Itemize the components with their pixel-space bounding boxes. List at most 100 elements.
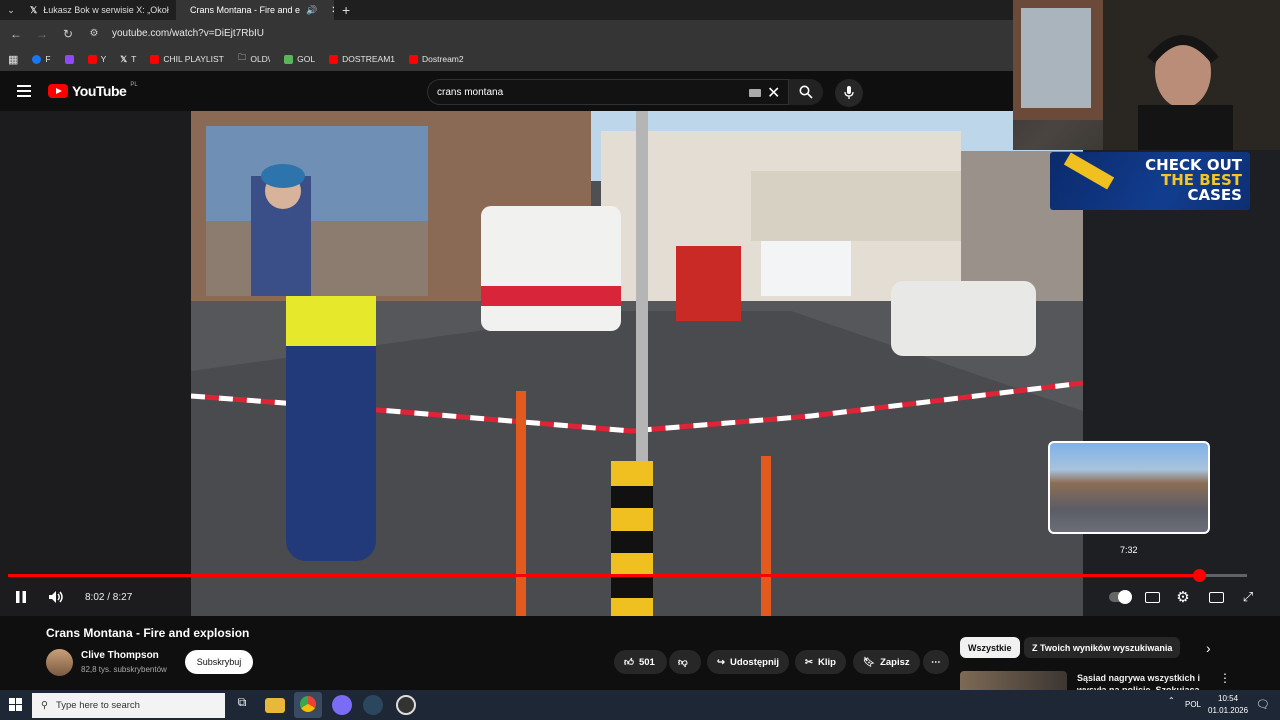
ad-banner[interactable]: CHECK OUT THE BEST CASES — [1050, 152, 1250, 210]
share-icon: ↪ — [717, 656, 725, 668]
video-info-section: Crans Montana - Fire and explosion Clive… — [0, 616, 1280, 690]
taskbar-search-input[interactable]: ⚲ Type here to search — [32, 693, 225, 718]
task-view-icon[interactable]: ⧉ — [232, 695, 252, 715]
bookmark-dostream2[interactable]: Dostream2 — [409, 54, 464, 64]
windows-taskbar: ⚲ Type here to search ⧉ ⌃ POL 10:54 01.0… — [0, 690, 1280, 720]
youtube-header: YouTube PL crans montana ✕ — [0, 71, 1013, 111]
chip-all[interactable]: Wszystkie — [960, 637, 1020, 658]
hover-preview-time: 7:32 — [1120, 545, 1138, 555]
more-actions-button[interactable]: ⋯ — [923, 650, 949, 674]
tab-title: Crans Montana - Fire and e — [190, 5, 301, 15]
theater-mode-icon — [1208, 591, 1224, 603]
like-button[interactable]: 👍︎ 501 — [614, 650, 667, 674]
player-letterbox-left — [0, 111, 191, 616]
miniplayer-button[interactable] — [1207, 587, 1225, 607]
dislike-button[interactable]: 👎︎ — [669, 650, 701, 674]
bookmark-t[interactable]: 𝕏T — [120, 54, 136, 65]
pause-button[interactable] — [12, 587, 30, 607]
search-icon — [799, 85, 813, 99]
apps-grid-icon[interactable]: ▦ — [8, 53, 18, 66]
steam-icon[interactable] — [363, 695, 383, 715]
search-button[interactable] — [789, 79, 823, 105]
speaker-icon[interactable]: 🔊 — [306, 5, 317, 16]
bookmark-f[interactable]: F — [32, 54, 51, 64]
progress-bar[interactable] — [8, 569, 1247, 582]
site-info-icon[interactable]: ⚙ — [86, 28, 102, 39]
time-display: 8:02 / 8:27 — [85, 591, 133, 603]
chrome-icon[interactable] — [294, 692, 322, 718]
folder-icon: 🗀 — [237, 52, 247, 62]
recommendation-thumbnail[interactable] — [960, 671, 1067, 690]
bookmark-y[interactable]: Y — [87, 54, 106, 64]
subtitles-icon — [1144, 591, 1160, 603]
x-logo-icon: 𝕏 — [120, 53, 128, 64]
keyboard-icon[interactable] — [749, 89, 761, 97]
reload-icon[interactable]: ↻ — [60, 27, 76, 41]
progress-scrubber[interactable] — [1192, 569, 1206, 582]
thumbs-down-icon: 👎︎ — [678, 657, 688, 668]
youtube-logo[interactable]: YouTube PL — [48, 82, 138, 99]
voice-search-button[interactable] — [835, 79, 863, 107]
share-button[interactable]: ↪ Udostępnij — [707, 650, 790, 674]
chip-from-search[interactable]: Z Twoich wyników wyszukiwania — [1024, 637, 1181, 658]
video-title: Crans Montana - Fire and explosion — [46, 626, 250, 640]
tab-title: Łukasz Bok w serwisie X: „Okoł — [43, 5, 169, 15]
bookmark-twitch[interactable] — [64, 54, 74, 64]
pause-icon — [16, 591, 26, 603]
hover-preview-thumbnail — [1048, 441, 1210, 534]
windows-start-icon[interactable] — [9, 698, 22, 711]
street-scene-image — [191, 111, 1083, 616]
bookmark-chil-playlist[interactable]: CHIL PLAYLIST — [150, 54, 224, 64]
bookmark-gol[interactable]: GOL — [284, 54, 315, 64]
youtube-icon — [87, 54, 97, 64]
bookmark-icon: 🔖︎ — [863, 656, 876, 668]
hamburger-menu-icon[interactable] — [17, 85, 31, 100]
video-frame[interactable] — [191, 111, 1083, 616]
autoplay-icon — [1109, 590, 1132, 604]
save-button[interactable]: 🔖︎ Zapisz — [853, 650, 920, 674]
browser-tab-youtube[interactable]: Crans Montana - Fire and e 🔊 ✕ — [176, 0, 334, 20]
channel-name[interactable]: Clive Thompson — [81, 650, 159, 661]
notifications-icon[interactable]: 🗨 — [1256, 698, 1270, 711]
bookmark-old[interactable]: 🗀 OLD\ — [238, 52, 270, 66]
streamer-webcam-image — [1013, 0, 1280, 150]
avatar[interactable] — [46, 649, 73, 676]
volume-icon — [49, 591, 63, 603]
subscribe-button[interactable]: Subskrybuj — [185, 650, 253, 674]
close-icon[interactable]: ✕ — [767, 83, 780, 103]
youtube-play-icon — [48, 84, 68, 98]
clip-button[interactable]: ✂ Klip — [795, 650, 846, 674]
bookmarks-bar: ▦ F Y 𝕏T CHIL PLAYLIST 🗀 OLD\ GOL DOSTREA… — [0, 47, 1013, 71]
clock-date[interactable]: 01.01.2026 — [1208, 706, 1248, 715]
file-explorer-icon[interactable] — [265, 698, 285, 713]
messenger-icon[interactable] — [332, 695, 352, 715]
search-query[interactable]: crans montana — [437, 87, 503, 98]
tab-dropdown-button[interactable]: ⌄ — [0, 0, 22, 20]
settings-button[interactable]: ⚙ — [1174, 587, 1192, 607]
more-vertical-icon[interactable]: ⋮ — [1219, 671, 1231, 685]
search-input[interactable]: crans montana ✕ — [427, 79, 789, 105]
clock-time[interactable]: 10:54 — [1218, 694, 1238, 703]
search-icon: ⚲ — [41, 700, 48, 711]
bookmark-dostream1[interactable]: DOSTREAM1 — [329, 54, 395, 64]
chevron-right-icon[interactable]: › — [1206, 640, 1211, 656]
autoplay-toggle[interactable] — [1108, 587, 1132, 607]
tray-chevron-icon[interactable]: ⌃ — [1168, 696, 1175, 705]
youtube-icon — [329, 54, 339, 64]
browser-tab-x[interactable]: 𝕏 Łukasz Bok w serwisie X: „Okoł ✕ — [22, 0, 176, 20]
microphone-icon — [844, 86, 854, 99]
recommendation-title[interactable]: Sąsiad nagrywa wszystkich i wysyła na po… — [1077, 672, 1201, 690]
back-icon[interactable]: ← — [8, 27, 24, 41]
progress-played — [8, 574, 1199, 577]
obs-icon[interactable] — [396, 695, 416, 715]
x-logo-icon: 𝕏 — [30, 4, 38, 15]
url-field[interactable]: youtube.com/watch?v=DiEjt7RbIU — [112, 28, 264, 39]
subscriber-count: 82,8 tys. subskrybentów — [81, 665, 167, 674]
subtitles-button[interactable] — [1143, 587, 1161, 607]
volume-button[interactable] — [46, 587, 66, 607]
forward-icon[interactable]: → — [34, 27, 50, 41]
fullscreen-button[interactable]: ⤢ — [1239, 587, 1257, 607]
facebook-icon — [32, 54, 42, 64]
new-tab-button[interactable]: + — [334, 0, 358, 20]
language-indicator[interactable]: POL — [1185, 700, 1201, 709]
